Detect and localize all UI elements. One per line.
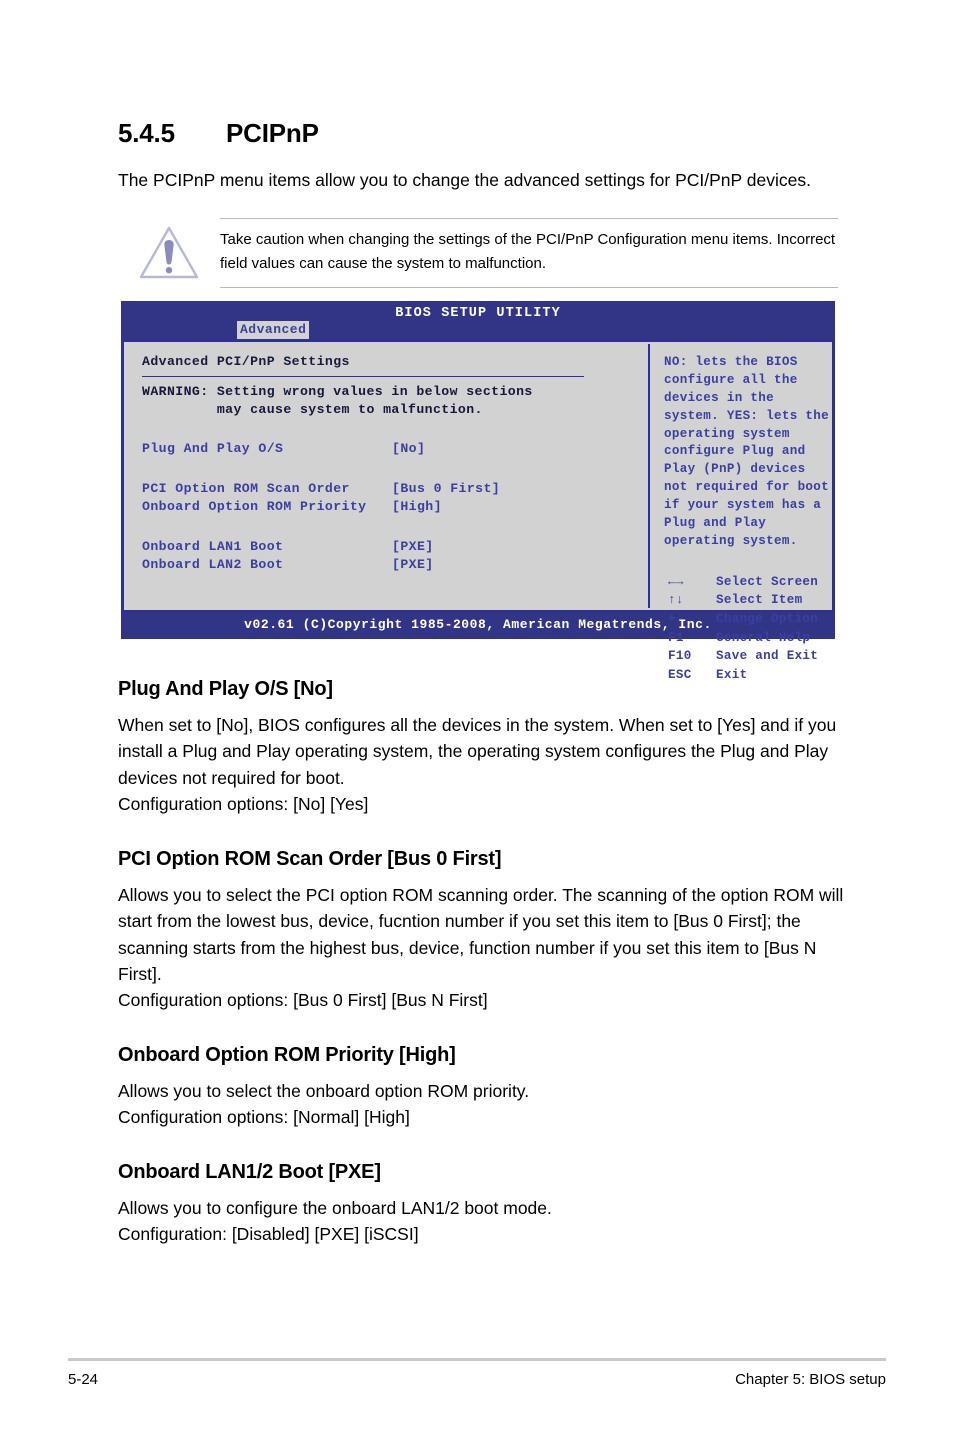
key-description: General Help	[716, 630, 811, 645]
bios-option-row[interactable]: Plug And Play O/S [No]	[142, 440, 648, 458]
option-value[interactable]: [PXE]	[392, 556, 648, 574]
option-label: Onboard Option ROM Priority	[142, 499, 367, 515]
bios-option-row[interactable]: Onboard LAN1 Boot [PXE]	[142, 538, 648, 556]
bios-settings-pane: Advanced PCI/PnP Settings WARNING: Setti…	[124, 342, 648, 610]
bios-utility-title: BIOS SETUP UTILITY	[395, 306, 561, 321]
bios-heading-rule	[142, 376, 584, 377]
bios-option-row[interactable]: PCI Option ROM Scan Order [Bus 0 First]	[142, 480, 648, 498]
key-description: Change Option	[716, 611, 819, 626]
note-bottom-rule	[220, 286, 838, 288]
option-value[interactable]: [High]	[392, 498, 648, 516]
warning-triangle-icon	[118, 219, 220, 283]
description-heading: Onboard Option ROM Priority [High]	[118, 1043, 456, 1066]
option-value[interactable]: [PXE]	[392, 538, 648, 556]
option-label: Onboard LAN1 Boot	[142, 539, 284, 555]
bios-option-row[interactable]: Onboard LAN2 Boot [PXE]	[142, 556, 648, 574]
page-number: 5-24	[68, 1371, 99, 1388]
option-label: PCI Option ROM Scan Order	[142, 481, 350, 497]
bios-title-bar: BIOS SETUP UTILITY Advanced	[122, 302, 834, 340]
key-description: Save and Exit	[716, 649, 819, 664]
bios-setup-screen: BIOS SETUP UTILITY Advanced Advanced PCI…	[121, 301, 835, 682]
bios-warning-line-2: may cause system to malfunction.	[142, 401, 483, 417]
bios-option-row[interactable]: Onboard Option ROM Priority [High]	[142, 498, 648, 516]
chapter-label: Chapter 5: BIOS setup	[735, 1371, 886, 1388]
description-heading: PCI Option ROM Scan Order [Bus 0 First]	[118, 847, 502, 870]
section-number: 5.4.5	[118, 118, 175, 148]
bios-option-group-2: PCI Option ROM Scan Order [Bus 0 First] …	[142, 480, 648, 516]
key-description: Select Item	[716, 593, 803, 608]
bios-help-pane: NO: lets the BIOS configure all the devi…	[650, 342, 832, 682]
section-intro: The PCIPnP menu items allow you to chang…	[118, 170, 811, 190]
section-title: PCIPnP	[226, 118, 319, 148]
arrow-left-right-icon: ←→	[668, 574, 684, 589]
description-body: Allows you to select the onboard option …	[118, 1080, 530, 1128]
option-label: Onboard LAN2 Boot	[142, 557, 284, 573]
f10-key: F10	[668, 649, 692, 664]
option-label: Plug And Play O/S	[142, 441, 284, 457]
bios-help-text: NO: lets the BIOS configure all the devi…	[664, 355, 830, 548]
footer-rule	[68, 1358, 886, 1361]
key-legend-row: ←→ Select Screen	[664, 573, 832, 592]
key-legend-row: ↑↓ Select Item	[664, 591, 832, 610]
tab-advanced[interactable]: Advanced	[237, 321, 310, 339]
description-heading: Onboard LAN1/2 Boot [PXE]	[118, 1160, 381, 1183]
bios-body: Advanced PCI/PnP Settings WARNING: Setti…	[122, 340, 834, 682]
key-description: Select Screen	[716, 574, 819, 589]
caution-text: Take caution when changing the settings …	[220, 231, 836, 273]
bios-option-group-1: Plug And Play O/S [No]	[142, 440, 648, 458]
description-body: Allows you to select the PCI option ROM …	[118, 884, 844, 1011]
manual-page: 5.4.5 PCIPnP The PCIPnP menu items allow …	[0, 0, 954, 1438]
description-sections: Plug And Play O/S [No] When set to [No],…	[118, 678, 848, 1247]
option-value[interactable]: [No]	[392, 440, 648, 458]
description-body: Allows you to configure the onboard LAN1…	[118, 1197, 552, 1245]
bios-warning-line-1: WARNING: Setting wrong values in below s…	[142, 384, 533, 399]
arrow-up-down-icon: ↑↓	[668, 593, 684, 608]
bios-option-group-3: Onboard LAN1 Boot [PXE] Onboard LAN2 Boo…	[142, 538, 648, 574]
caution-note: Take caution when changing the settings …	[118, 218, 838, 288]
page-title: 5.4.5 PCIPnP	[118, 118, 319, 149]
bios-pane-heading: Advanced PCI/PnP Settings	[142, 354, 350, 369]
description-body: When set to [No], BIOS configures all th…	[118, 715, 837, 815]
key-legend-row: F10 Save and Exit	[664, 647, 832, 666]
option-value[interactable]: [Bus 0 First]	[392, 480, 648, 498]
description-heading: Plug And Play O/S [No]	[118, 678, 333, 700]
